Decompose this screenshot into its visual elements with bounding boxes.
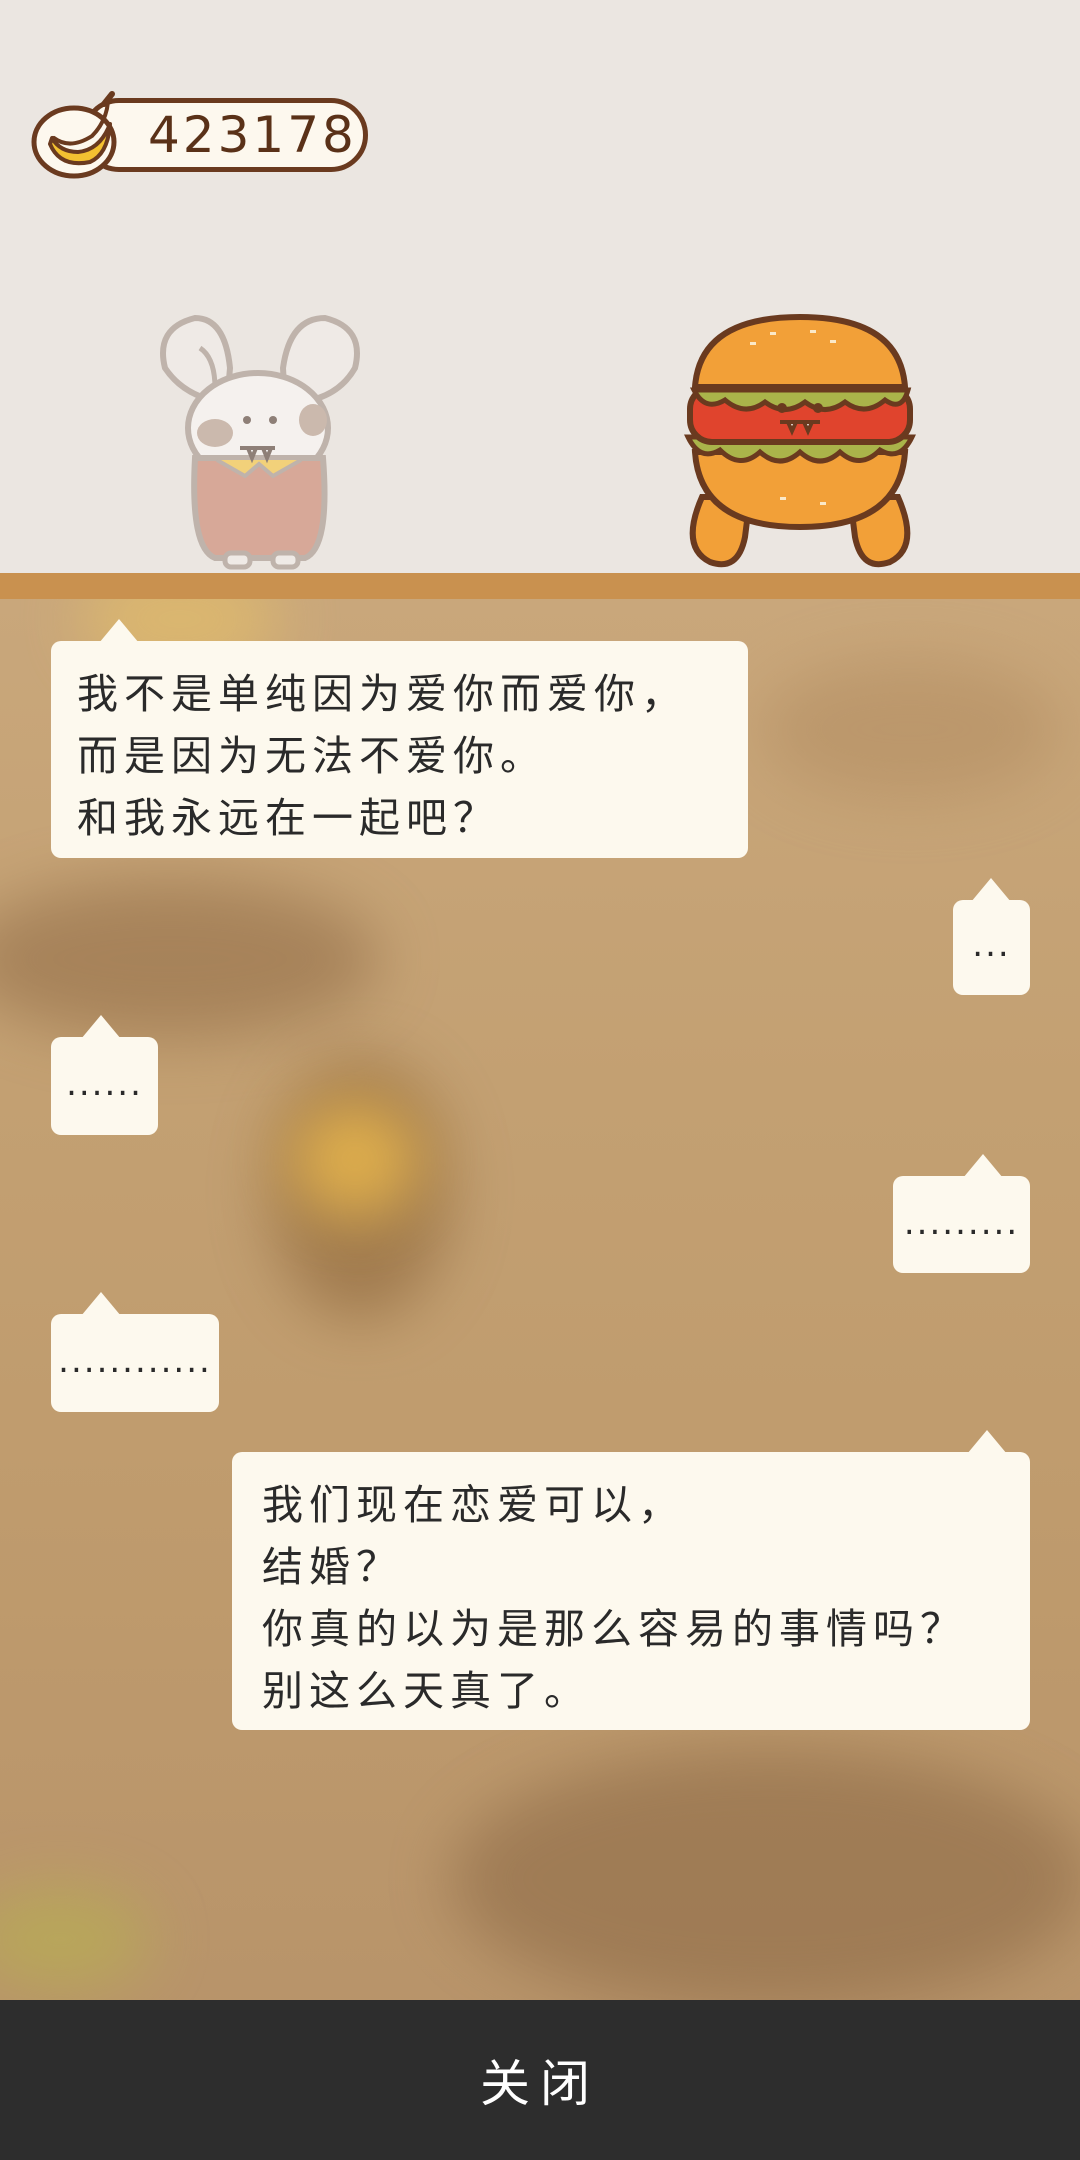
burger-character[interactable] [680, 312, 920, 572]
currency-amount: 423178 [148, 106, 357, 164]
dialogue-line: 我们现在恋爱可以， [262, 1481, 685, 1529]
dialogue-bubble-right: ... [953, 878, 1030, 995]
dialogue-bubble-right: 我们现在恋爱可以， 结婚？ 你真的以为是那么容易的事情吗？ 别这么天真了。 [232, 1430, 1030, 1730]
dialogue-line: ......... [903, 1203, 1020, 1243]
dialogue-line: ... [972, 925, 1011, 965]
dialogue-line: 和我永远在一起吧？ [77, 794, 500, 842]
dialogue-line: ............ [58, 1341, 212, 1381]
dialogue-line: 别这么天真了。 [262, 1667, 591, 1715]
dialogue-line: 而是因为无法不爱你。 [77, 732, 547, 780]
dialogue-bubble-left: ...... [51, 1015, 158, 1135]
dialogue-line: 你真的以为是那么容易的事情吗？ [262, 1605, 967, 1653]
currency-counter: 423178 [30, 91, 376, 179]
close-button[interactable]: 关闭 [0, 2000, 1080, 2160]
dialogue-line: ...... [66, 1064, 143, 1104]
game-stage: 423178 [0, 0, 1080, 575]
dialogue-bubble-right: ......... [893, 1154, 1030, 1273]
dialogue-bubble-left: ............ [51, 1292, 219, 1412]
dialogue-line: 结婚？ [262, 1543, 403, 1591]
banana-icon [31, 91, 117, 179]
footer-bar: 关闭 [0, 2000, 1080, 2160]
dialogue-bubble-left: 我不是单纯因为爱你而爱你， 而是因为无法不爱你。 和我永远在一起吧？ [51, 619, 748, 858]
dialogue-line: 我不是单纯因为爱你而爱你， [77, 670, 688, 718]
bunny-character[interactable] [155, 308, 365, 573]
stage-ledge [0, 573, 1080, 602]
